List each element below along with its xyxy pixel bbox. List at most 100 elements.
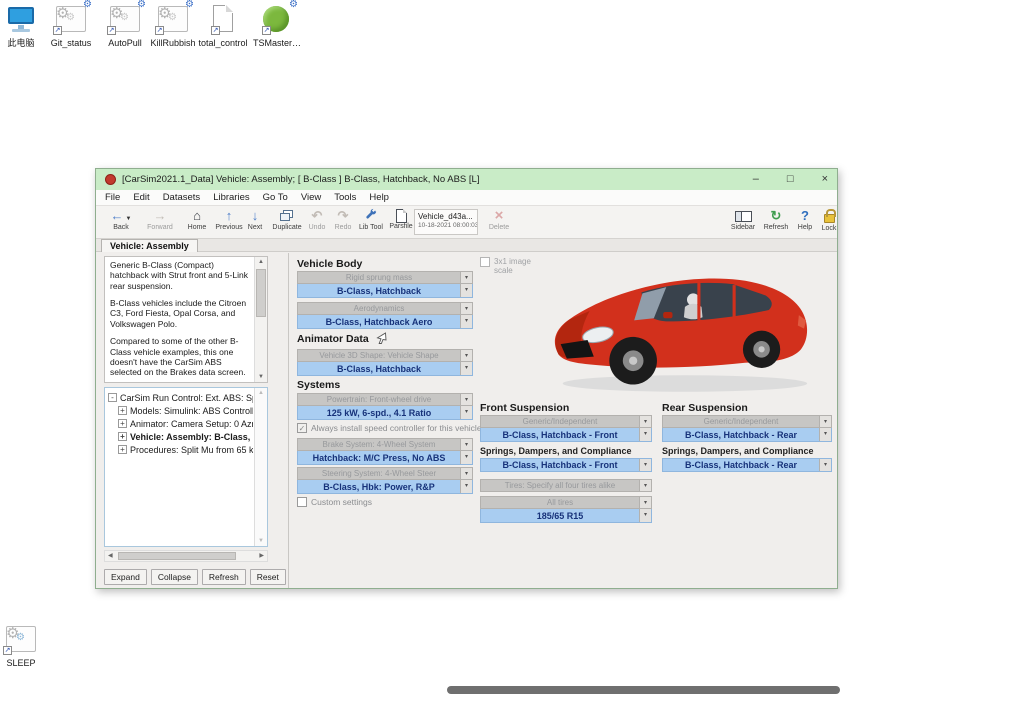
powertrain-select[interactable]: 125 kW, 6-spd., 4.1 Ratio ▾ [297,406,473,420]
scroll-down-icon[interactable]: ▼ [255,372,267,382]
spinner-button[interactable]: ▾ [819,416,831,427]
aerodynamics-select[interactable]: B-Class, Hatchback Aero ▾ [297,315,473,329]
desktop-icon-this-pc[interactable]: 此电脑 [0,4,48,48]
tree-scrollbar[interactable]: ▲ ▼ [254,388,267,546]
tree-item-run-control[interactable]: - CarSim Run Control: Ext. ABS: Split Mu… [108,391,253,404]
spinner-button[interactable]: ▾ [460,394,472,405]
menu-libraries[interactable]: Libraries [213,192,249,203]
rigid-sprung-mass-link[interactable]: Rigid sprung mass ▾ [297,271,473,284]
close-button[interactable]: × [822,174,828,185]
title-bar[interactable]: [CarSim2021.1_Data] Vehicle: Assembly; [… [96,169,837,190]
tree-expand-icon[interactable]: + [118,445,127,454]
scrollbar-thumb[interactable] [256,269,266,317]
spinner-button[interactable]: ▾ [639,480,651,491]
custom-settings-checkbox[interactable]: Custom settings [297,497,447,507]
duplicate-button[interactable]: Duplicate [268,208,306,237]
scroll-down-icon[interactable]: ▼ [255,536,267,546]
desktop-icon-killrubbish[interactable]: ⚙ ⚙ ⚙ ↗ KillRubbish [146,4,200,48]
tires-link[interactable]: Tires: Specify all four tires alike ▾ [480,479,652,492]
menu-goto[interactable]: Go To [263,192,288,203]
all-tires-link[interactable]: All tires ▾ [480,496,652,509]
scroll-up-icon[interactable]: ▲ [255,257,267,267]
next-button[interactable]: ↓ Next [242,208,268,237]
desktop-icon-tsmaster[interactable]: ⚙ ↗ TSMaster… [250,4,304,48]
menu-edit[interactable]: Edit [133,192,149,203]
dataset-info[interactable]: Vehicle_d43a... 10-18-2021 08:00:03 [414,209,478,235]
parsfile-button[interactable]: Parsfile [386,208,416,237]
back-button[interactable]: ←▼ Back [102,208,140,237]
scroll-left-icon[interactable]: ◀ [108,551,113,561]
menu-tools[interactable]: Tools [334,192,356,203]
reset-button[interactable]: Reset [250,569,286,585]
minimize-button[interactable]: – [753,174,759,185]
spinner-button[interactable]: ▾ [460,350,472,361]
vehicle-3d-shape-link[interactable]: Vehicle 3D Shape: Vehicle Shape ▾ [297,349,473,362]
tree-item-animator[interactable]: + Animator: Camera Setup: 0 Azm, 5 El, 2… [108,417,253,430]
rear-springs-select[interactable]: B-Class, Hatchback - Rear ▾ [662,458,832,472]
brake-system-select[interactable]: Hatchback: M/C Press, No ABS ▾ [297,451,473,465]
chevron-down-icon[interactable]: ▾ [460,315,472,328]
steering-system-select[interactable]: B-Class, Hbk: Power, R&P ▾ [297,480,473,494]
refresh-button[interactable]: ↻ Refresh [760,208,792,237]
front-suspension-select[interactable]: B-Class, Hatchback - Front ▾ [480,428,652,442]
chevron-down-icon[interactable]: ▾ [639,509,651,522]
refresh-tree-button[interactable]: Refresh [202,569,246,585]
tree-item-procedures[interactable]: + Procedures: Split Mu from 65 km/h [108,443,253,456]
rear-suspension-link[interactable]: Generic/Independent ▾ [662,415,832,428]
tree-collapse-icon[interactable]: - [108,393,117,402]
menu-datasets[interactable]: Datasets [163,192,201,203]
previous-button[interactable]: ↑ Previous [212,208,246,237]
rigid-sprung-mass-select[interactable]: B-Class, Hatchback ▾ [297,284,473,298]
steering-system-link[interactable]: Steering System: 4-Wheel Steer ▾ [297,467,473,480]
chevron-down-icon[interactable]: ▾ [460,451,472,464]
lib-tool-button[interactable]: Lib Tool [354,208,388,237]
image-scale-checkbox[interactable]: 3x1 image scale [480,257,532,275]
tree-expand-icon[interactable]: + [118,419,127,428]
chevron-down-icon[interactable]: ▾ [819,459,831,471]
chevron-down-icon[interactable]: ▾ [460,406,472,419]
checkbox-unchecked-icon[interactable] [297,497,307,507]
chevron-down-icon[interactable]: ▾ [819,428,831,441]
spinner-button[interactable]: ▾ [460,468,472,479]
lock-button[interactable]: Lock [816,208,842,237]
brake-system-link[interactable]: Brake System: 4-Wheel System ▾ [297,438,473,451]
desktop-icon-autopull[interactable]: ⚙ ⚙ ⚙ ↗ AutoPull [98,4,152,48]
tree-expand-icon[interactable]: + [118,406,127,415]
scroll-right-icon[interactable]: ▶ [259,551,264,561]
chevron-down-icon[interactable]: ▾ [460,284,472,297]
vehicle-3d-shape-select[interactable]: B-Class, Hatchback ▾ [297,362,473,376]
spinner-button[interactable]: ▾ [460,439,472,450]
chevron-down-icon[interactable]: ▾ [639,459,651,471]
bottom-scrollbar[interactable] [447,686,840,694]
front-suspension-link[interactable]: Generic/Independent ▾ [480,415,652,428]
tree-item-vehicle-assembly[interactable]: + Vehicle: Assembly: B-Class, Hatchback,… [108,430,253,443]
tree-horizontal-scrollbar[interactable]: ◀ ▶ [104,550,268,562]
scrollbar-thumb[interactable] [118,552,236,560]
collapse-button[interactable]: Collapse [151,569,198,585]
spinner-button[interactable]: ▾ [460,272,472,283]
help-button[interactable]: ? Help [792,208,818,237]
maximize-button[interactable]: □ [787,174,794,185]
description-scrollbar[interactable]: ▲ ▼ [254,257,267,382]
spinner-button[interactable]: ▾ [639,416,651,427]
desktop-icon-total-control[interactable]: ↗ total_control [196,4,250,48]
chevron-down-icon[interactable]: ▾ [460,480,472,493]
checkbox-unchecked-icon[interactable] [480,257,490,267]
chevron-down-icon[interactable]: ▼ [126,216,132,222]
checkbox-checked-icon[interactable]: ✓ [297,423,307,433]
powertrain-link[interactable]: Powertrain: Front-wheel drive ▾ [297,393,473,406]
tree-item-models[interactable]: + Models: Simulink: ABS Controller Multi… [108,404,253,417]
aerodynamics-link[interactable]: Aerodynamics ▾ [297,302,473,315]
rear-suspension-select[interactable]: B-Class, Hatchback - Rear ▾ [662,428,832,442]
spinner-button[interactable]: ▾ [460,303,472,314]
tree-expand-icon[interactable]: + [118,432,127,441]
front-springs-select[interactable]: B-Class, Hatchback - Front ▾ [480,458,652,472]
scroll-up-icon[interactable]: ▲ [255,388,267,398]
all-tires-select[interactable]: 185/65 R15 ▾ [480,509,652,523]
menu-help[interactable]: Help [369,192,389,203]
chevron-down-icon[interactable]: ▾ [639,428,651,441]
desktop-icon-git-status[interactable]: ⚙ ⚙ ⚙ ↗ Git_status [44,4,98,48]
menu-file[interactable]: File [105,192,120,203]
chevron-down-icon[interactable]: ▾ [460,362,472,375]
expand-button[interactable]: Expand [104,569,147,585]
